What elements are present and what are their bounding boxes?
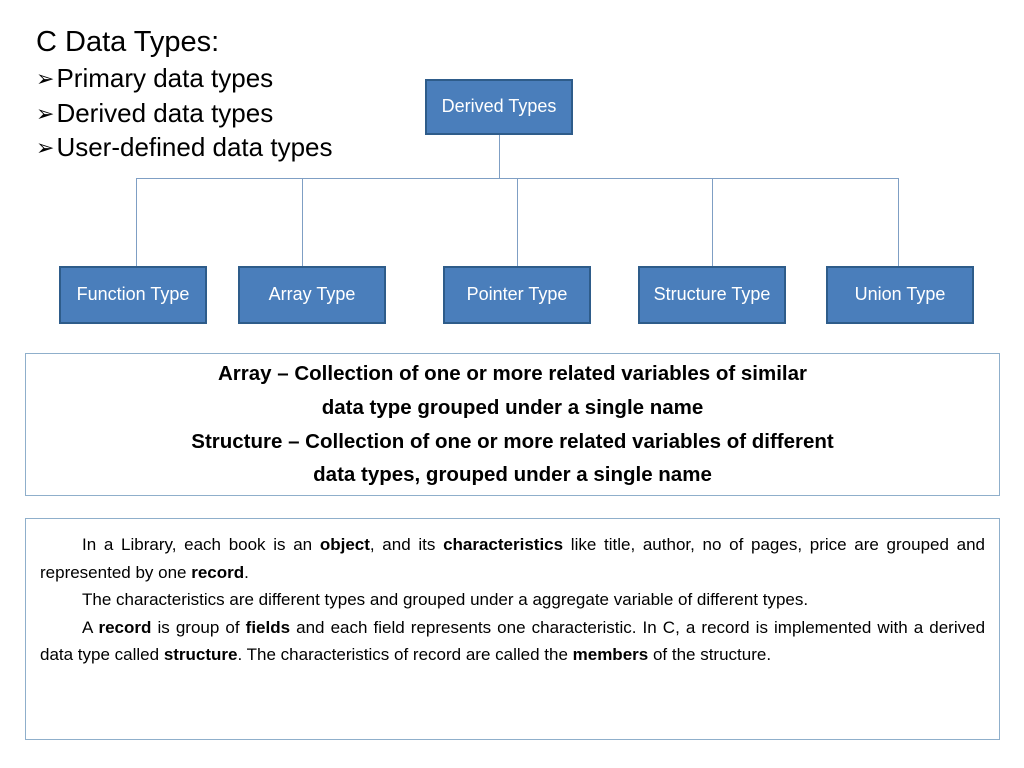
definition-panel: Array – Collection of one or more relate… xyxy=(25,353,1000,496)
narrative-paragraph: The characteristics are different types … xyxy=(82,590,809,610)
narrative-paragraph: In a Library, each book is an object, an… xyxy=(40,535,985,582)
node-structure-type[interactable]: Structure Type xyxy=(638,266,786,324)
node-label: Array Type xyxy=(268,284,356,305)
node-label: Function Type xyxy=(76,284,190,305)
narrative-panel: In a Library, each book is an object, an… xyxy=(25,518,1000,740)
connector-drop-union xyxy=(898,178,899,266)
definition-line: data type grouped under a single name xyxy=(321,395,704,419)
node-derived-types[interactable]: Derived Types xyxy=(425,79,573,135)
definition-line: Array – Collection of one or more relate… xyxy=(218,362,807,386)
node-union-type[interactable]: Union Type xyxy=(826,266,974,324)
node-label: Derived Types xyxy=(441,96,557,117)
node-array-type[interactable]: Array Type xyxy=(238,266,386,324)
node-label: Structure Type xyxy=(653,284,771,305)
node-pointer-type[interactable]: Pointer Type xyxy=(443,266,591,324)
definition-line: data types, grouped under a single name xyxy=(313,463,712,487)
connector-drop-array xyxy=(302,178,303,266)
connector-root-stem xyxy=(499,135,500,178)
narrative-paragraph: A record is group of fields and each fie… xyxy=(40,617,986,665)
connector-drop-structure xyxy=(712,178,713,266)
connector-drop-function xyxy=(136,178,137,266)
connector-drop-pointer xyxy=(517,178,518,266)
definition-line: Structure – Collection of one or more re… xyxy=(191,429,834,453)
node-label: Union Type xyxy=(854,284,946,305)
node-function-type[interactable]: Function Type xyxy=(59,266,207,324)
node-label: Pointer Type xyxy=(466,284,568,305)
derived-types-org-chart: Derived Types Function Type Array Type P… xyxy=(0,0,1024,340)
